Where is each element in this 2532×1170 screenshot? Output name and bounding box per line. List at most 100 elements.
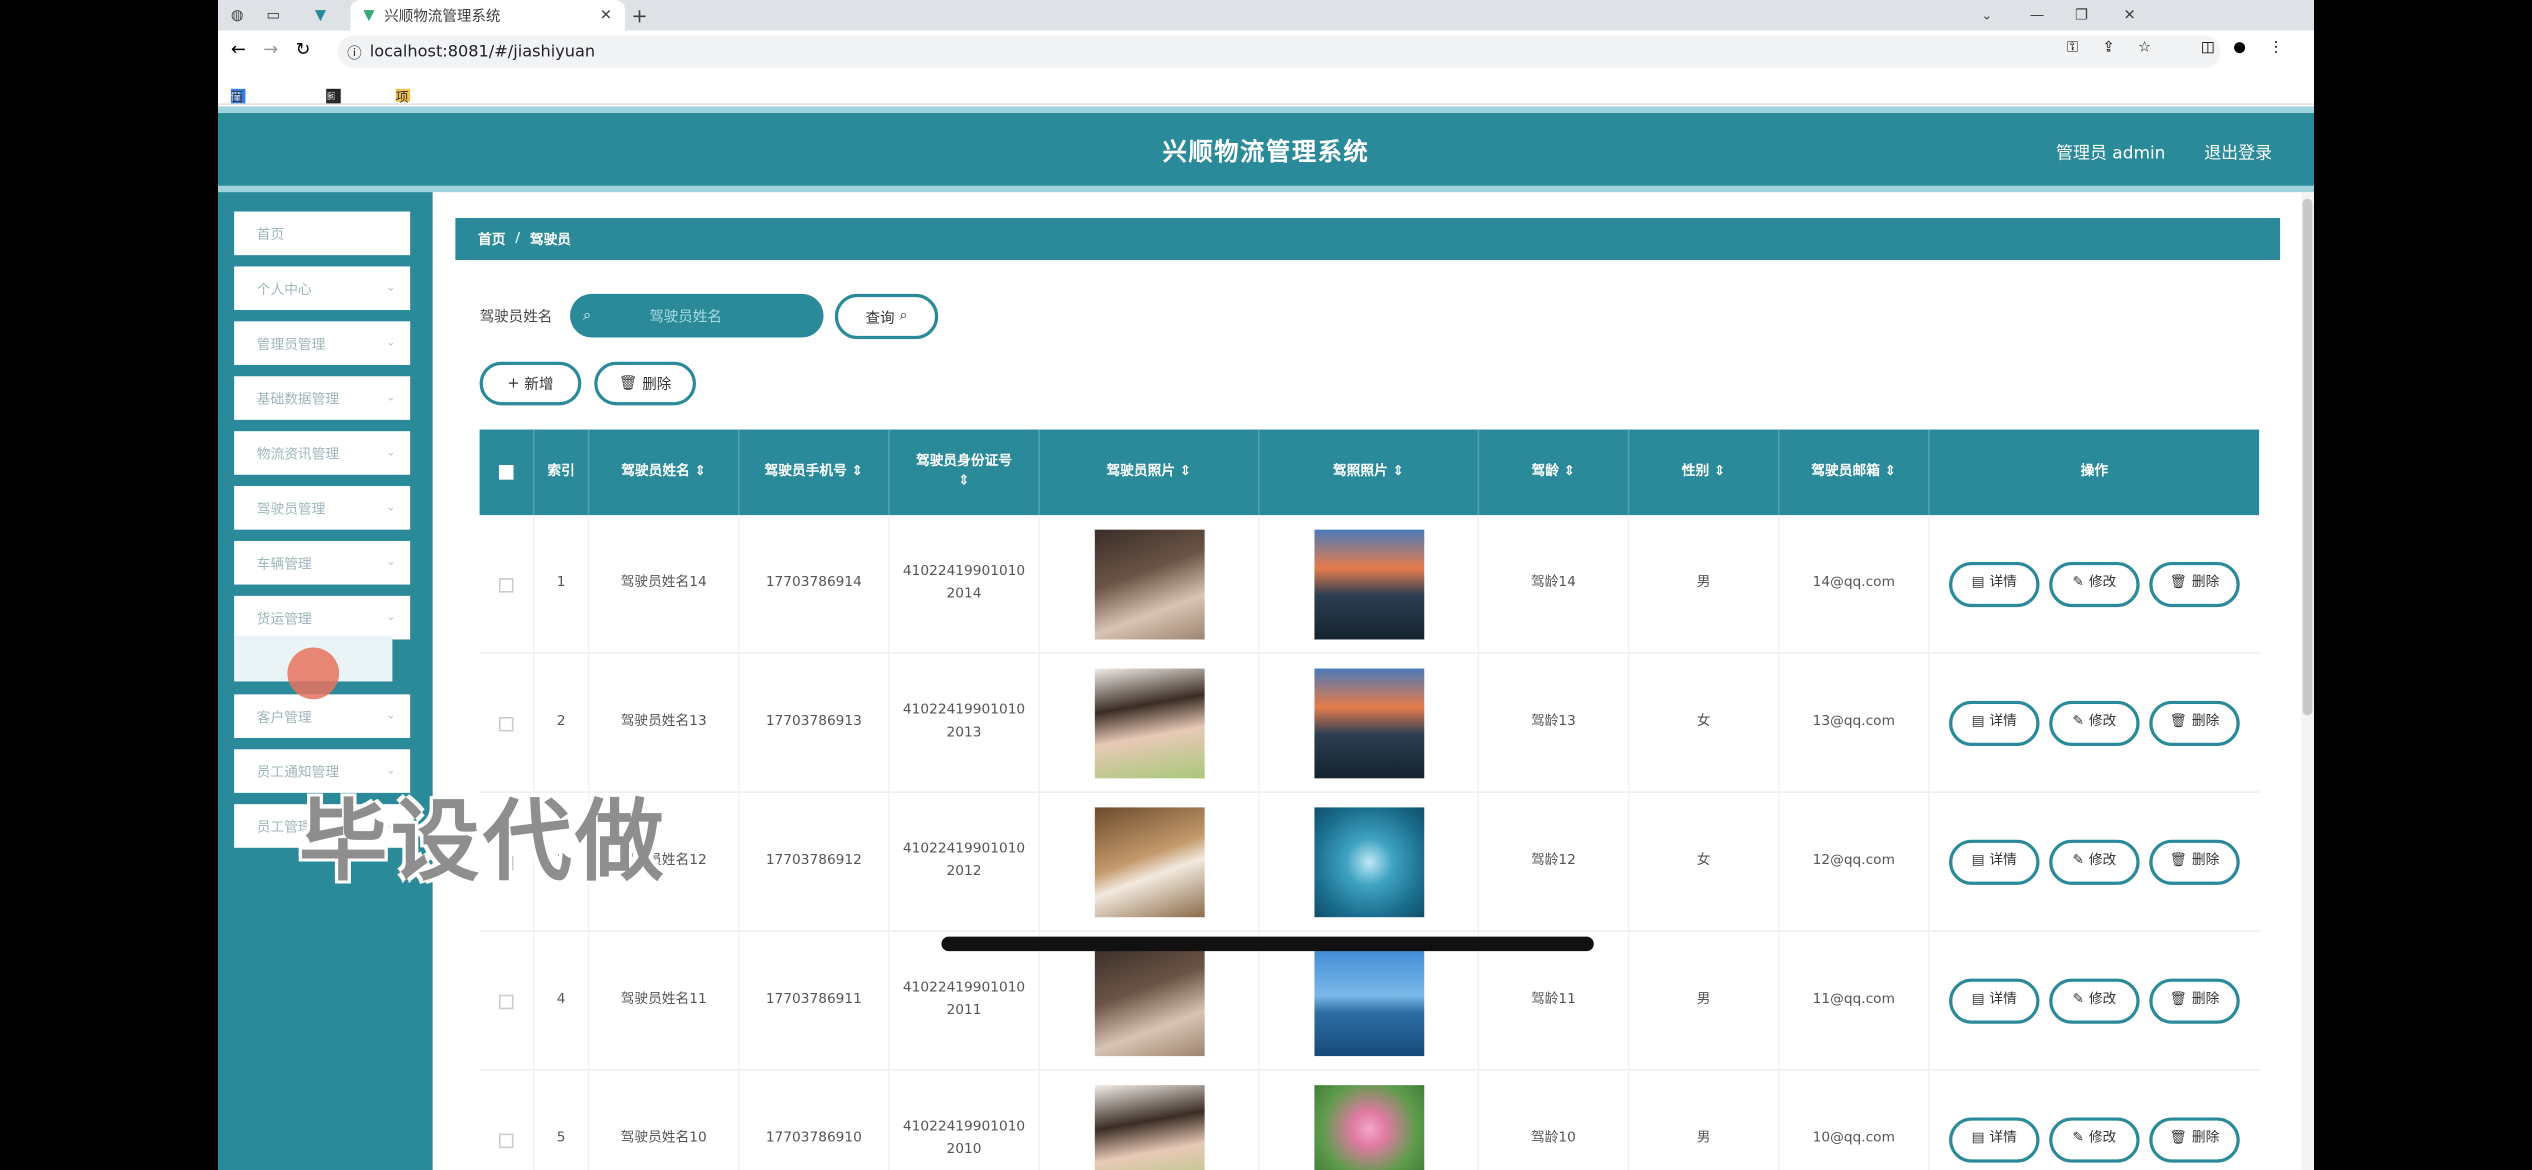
delete-button[interactable]: 🗑 删除 [2149, 978, 2240, 1024]
chevron-down-icon: ⌄ [386, 335, 396, 349]
col-id[interactable]: 驾驶员身份证号 ⇕ [890, 429, 1040, 516]
filter-label: 驾驶员姓名 [479, 310, 553, 327]
row-email: 14@qq.com [1780, 515, 1930, 654]
chevron-down-icon: ⌄ [386, 708, 396, 722]
delete-button[interactable]: 🗑 删除 [2149, 561, 2240, 608]
row-checkbox[interactable] [480, 931, 535, 1071]
row-license-photo[interactable] [1260, 515, 1480, 654]
driver-photo[interactable] [1094, 946, 1204, 1057]
sidebar-item-customers[interactable]: 客户管理 ⌄ [234, 694, 411, 738]
chevron-down-icon[interactable]: ⌄ [1981, 0, 1992, 31]
new-tab-icon[interactable]: + [631, 0, 654, 31]
close-window-icon[interactable]: ✕ [2123, 0, 2135, 31]
license-photo[interactable] [1313, 946, 1424, 1057]
minimize-icon[interactable]: — [2030, 0, 2045, 31]
key-icon[interactable]: ⚿ [2067, 40, 2078, 56]
tab-title: 兴顺物流管理系统 [384, 9, 501, 26]
row-experience: 驾龄11 [1479, 931, 1630, 1071]
sidebar-item-news[interactable]: 物流资讯管理 ⌄ [234, 431, 411, 475]
row-id: 41022419901010 2014 [890, 515, 1040, 654]
sidebar-item-home[interactable]: 首页 [234, 211, 411, 256]
url-text: localhost:8081/#/jiashiyuan [369, 42, 596, 61]
row-name: 驾驶员姓名10 [589, 1070, 740, 1170]
license-photo[interactable] [1313, 807, 1424, 918]
row-photo[interactable] [1040, 653, 1260, 793]
select-all-checkbox[interactable] [480, 429, 535, 516]
col-phone[interactable]: 驾驶员手机号 ⇕ [740, 429, 890, 516]
row-license-photo[interactable] [1260, 653, 1480, 793]
col-gender[interactable]: 性别 ⇕ [1629, 429, 1780, 516]
col-name[interactable]: 驾驶员姓名 ⇕ [589, 429, 740, 516]
globe-icon[interactable]: ◍ [231, 0, 254, 31]
tab-active[interactable]: ▼ 兴顺物流管理系统 ✕ [350, 0, 625, 31]
close-tab-icon[interactable]: ✕ [600, 7, 612, 23]
driver-photo[interactable] [1094, 668, 1204, 779]
sidebar-item-drivers[interactable]: 驾驶员管理 ⌄ [234, 486, 411, 530]
sidebar-item-profile[interactable]: 个人中心 ⌄ [234, 266, 411, 311]
row-photo[interactable] [1040, 931, 1260, 1071]
col-license-photo[interactable]: 驾照照片 ⇕ [1260, 429, 1480, 516]
detail-button[interactable]: ▤ 详情 [1949, 1117, 2040, 1163]
scrollbar[interactable] [2301, 192, 2314, 1170]
forward-icon[interactable]: → [263, 39, 278, 60]
sidebar-item-basic-data[interactable]: 基础数据管理 ⌄ [234, 376, 411, 420]
logout-link[interactable]: 退出登录 [2204, 140, 2272, 164]
col-experience[interactable]: 驾龄 ⇕ [1479, 429, 1630, 516]
driver-photo[interactable] [1094, 1085, 1204, 1170]
row-license-photo[interactable] [1260, 792, 1480, 932]
col-photo[interactable]: 驾驶员照片 ⇕ [1040, 429, 1260, 516]
maximize-icon[interactable]: ❐ [2075, 0, 2088, 31]
sidepanel-icon[interactable]: ◫ [2201, 40, 2215, 56]
row-name: 驾驶员姓名14 [589, 515, 740, 654]
edit-button[interactable]: ✎ 修改 [2049, 839, 2140, 885]
query-button[interactable]: 查询 ⌕ [834, 293, 939, 340]
url-field[interactable]: ⓘ localhost:8081/#/jiashiyuan [337, 35, 2221, 68]
license-photo[interactable] [1313, 1085, 1424, 1170]
star-icon[interactable]: ☆ [2138, 40, 2151, 56]
detail-button[interactable]: ▤ 详情 [1949, 839, 2040, 885]
license-photo[interactable] [1313, 529, 1424, 640]
tab-icon[interactable]: ▭ [266, 0, 295, 31]
license-photo[interactable] [1313, 668, 1424, 779]
row-photo[interactable] [1040, 1070, 1260, 1170]
sidebar-item-admins[interactable]: 管理员管理 ⌄ [234, 321, 411, 365]
search-input[interactable]: ⌕ 驾驶员姓名 [570, 293, 824, 338]
edit-button[interactable]: ✎ 修改 [2049, 561, 2140, 608]
sidebar-item-vehicles[interactable]: 车辆管理 ⌄ [234, 540, 411, 585]
menu-icon[interactable]: ⋮ [2269, 40, 2284, 56]
row-id: 41022419901010 2010 [890, 1070, 1040, 1170]
detail-button[interactable]: ▤ 详情 [1949, 561, 2040, 608]
detail-button[interactable]: ▤ 详情 [1949, 978, 2040, 1024]
row-experience: 驾龄14 [1479, 515, 1630, 654]
delete-button[interactable]: 🗑 删除 [2149, 839, 2240, 885]
batch-delete-button[interactable]: 🗑 删除 [594, 361, 696, 406]
row-license-photo[interactable] [1260, 1070, 1480, 1170]
col-email[interactable]: 驾驶员邮箱 ⇕ [1780, 429, 1930, 516]
delete-button[interactable]: 🗑 删除 [2149, 700, 2240, 747]
edit-button[interactable]: ✎ 修改 [2049, 1117, 2140, 1163]
row-license-photo[interactable] [1260, 931, 1480, 1071]
scrollbar-thumb[interactable] [2302, 198, 2313, 716]
row-checkbox[interactable] [480, 515, 535, 654]
row-photo[interactable] [1040, 792, 1260, 932]
reload-icon[interactable]: ↻ [296, 39, 311, 60]
sidebar-item-freight[interactable]: 货运管理 ⌄ [234, 595, 411, 640]
profile-icon[interactable]: ● [2233, 40, 2246, 56]
breadcrumb-home[interactable]: 首页 [478, 229, 505, 249]
pencil-icon: ✎ [2072, 1130, 2084, 1147]
row-photo[interactable] [1040, 515, 1260, 654]
row-email: 13@qq.com [1780, 653, 1930, 793]
delete-button[interactable]: 🗑 删除 [2149, 1117, 2240, 1163]
share-icon[interactable]: ⇪ [2102, 40, 2114, 56]
add-button[interactable]: + 新增 [479, 361, 582, 406]
breadcrumb-current: 驾驶员 [529, 232, 572, 249]
vue-icon[interactable]: ▼ [315, 0, 341, 31]
page-content: ◍ ▭ ▼ ▼ 兴顺物流管理系统 ✕ + ⌄ — ❐ ✕ ← → ↻ ⓘ loc… [218, 0, 2314, 1170]
detail-button[interactable]: ▤ 详情 [1949, 700, 2040, 747]
driver-photo[interactable] [1094, 529, 1204, 640]
row-checkbox[interactable] [480, 1070, 535, 1170]
driver-photo[interactable] [1094, 807, 1204, 918]
back-icon[interactable]: ← [231, 39, 246, 60]
edit-button[interactable]: ✎ 修改 [2049, 978, 2140, 1024]
edit-button[interactable]: ✎ 修改 [2049, 700, 2140, 747]
